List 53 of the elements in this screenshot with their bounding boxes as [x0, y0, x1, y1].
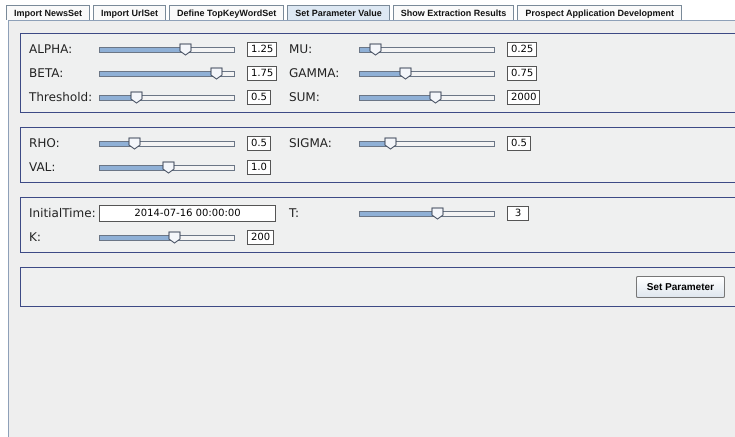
- value-field[interactable]: 1.75: [247, 66, 278, 80]
- field-label: Threshold:: [29, 90, 94, 104]
- value-field[interactable]: 1.0: [247, 160, 271, 174]
- value-field[interactable]: 0.5: [247, 136, 271, 150]
- value-field[interactable]: 0.25: [507, 42, 538, 56]
- field-label: RHO:: [29, 136, 61, 150]
- slider[interactable]: [359, 43, 495, 55]
- slider[interactable]: [359, 137, 495, 149]
- slider-thumb[interactable]: [128, 137, 142, 150]
- value-field[interactable]: 0.5: [507, 136, 531, 150]
- field-label: GAMMA:: [289, 66, 340, 80]
- time-input-field[interactable]: 2014-07-16 00:00:00: [99, 204, 276, 222]
- field-label: VAL:: [29, 160, 56, 174]
- tab[interactable]: Define TopKeyWordSet: [169, 5, 284, 20]
- slider[interactable]: [359, 91, 495, 103]
- field-label: InitialTime:: [29, 206, 97, 220]
- slider-thumb[interactable]: [178, 43, 192, 56]
- set-parameter-button[interactable]: Set Parameter: [636, 276, 725, 298]
- tab[interactable]: Prospect Application Development: [517, 5, 682, 20]
- slider-thumb[interactable]: [162, 161, 176, 174]
- slider-thumb[interactable]: [430, 207, 444, 220]
- field-label: SIGMA:: [289, 136, 333, 150]
- value-field[interactable]: 200: [247, 230, 274, 244]
- slider[interactable]: [99, 161, 235, 173]
- slider[interactable]: [99, 137, 235, 149]
- value-field[interactable]: 2000: [507, 90, 540, 104]
- slider-thumb[interactable]: [399, 67, 412, 80]
- slider-thumb[interactable]: [429, 91, 442, 104]
- field-label: SUM:: [289, 90, 321, 104]
- value-field[interactable]: 0.5: [247, 90, 271, 104]
- field-label: MU:: [289, 42, 314, 56]
- slider-thumb[interactable]: [210, 67, 223, 80]
- slider-thumb[interactable]: [369, 43, 382, 56]
- slider[interactable]: [359, 67, 495, 79]
- field-label: ALPHA:: [29, 42, 74, 56]
- slider-thumb[interactable]: [130, 91, 143, 104]
- field-label: T:: [289, 206, 300, 220]
- value-field[interactable]: 0.75: [507, 66, 538, 80]
- tab[interactable]: Show Extraction Results: [392, 5, 514, 20]
- slider[interactable]: [99, 91, 235, 103]
- slider-thumb[interactable]: [168, 231, 181, 244]
- slider[interactable]: [99, 43, 235, 55]
- tab[interactable]: Import UrlSet: [93, 5, 166, 20]
- field-label: K:: [29, 230, 42, 244]
- slider-thumb[interactable]: [384, 137, 398, 150]
- tab[interactable]: Set Parameter Value: [287, 5, 390, 20]
- slider[interactable]: [99, 67, 235, 79]
- value-field[interactable]: 3: [507, 206, 529, 220]
- field-label: BETA:: [29, 66, 64, 80]
- value-field[interactable]: 1.25: [247, 42, 278, 56]
- tab[interactable]: Import NewsSet: [6, 5, 90, 20]
- slider[interactable]: [99, 231, 235, 243]
- slider[interactable]: [359, 207, 495, 219]
